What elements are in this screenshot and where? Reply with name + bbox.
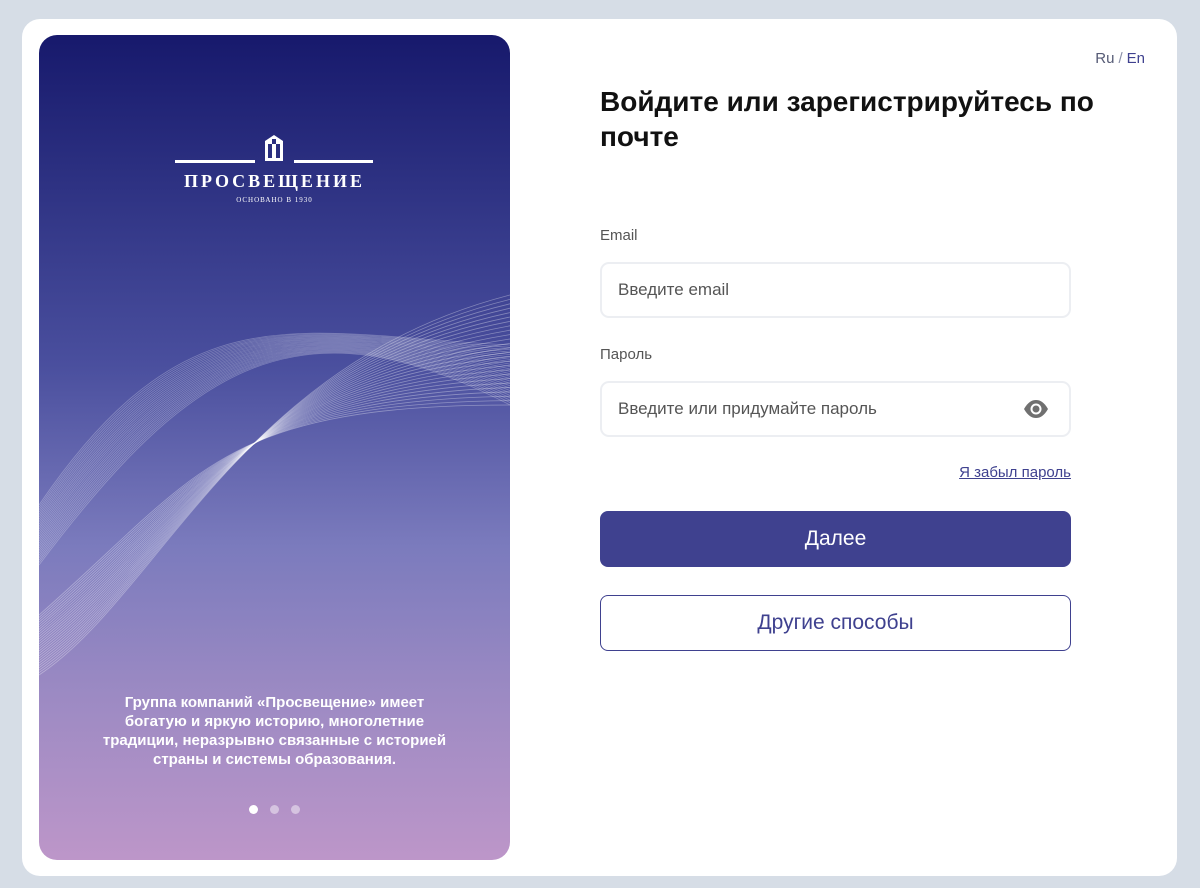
eye-icon[interactable] — [1023, 398, 1049, 420]
forgot-password-link[interactable]: Я забыл пароль — [959, 464, 1071, 481]
building-logo-icon — [265, 135, 283, 161]
brand-name: ПРОСВЕЩЕНИЕ — [184, 171, 365, 191]
brand-tagline: ОСНОВАНО В 1930 — [236, 196, 313, 204]
wave-line — [39, 369, 510, 635]
logo-line-left — [175, 160, 255, 163]
email-field-wrapper — [600, 262, 1071, 318]
password-label: Пароль — [600, 346, 653, 363]
page-title: Войдите или зарегистрируйтесь по почте — [600, 86, 1094, 152]
wave-line — [39, 325, 510, 659]
carousel-dot-2[interactable] — [270, 805, 279, 814]
login-card: ПРОСВЕЩЕНИЕ ОСНОВАНО В 1930 Группа компа… — [22, 19, 1177, 876]
brand-logo: ПРОСВЕЩЕНИЕ ОСНОВАНО В 1930 — [39, 133, 510, 223]
wave-line — [39, 378, 510, 630]
wave-line — [39, 316, 510, 664]
logo-line-right — [294, 160, 373, 163]
password-field-wrapper — [600, 381, 1071, 437]
carousel-dot-1[interactable] — [249, 805, 258, 814]
email-label: Email — [600, 227, 638, 244]
wave-line — [39, 347, 510, 549]
carousel-dot-3[interactable] — [291, 805, 300, 814]
wave-line — [39, 349, 510, 556]
wave-line — [39, 351, 510, 563]
promo-description: Группа компаний «Просвещение» имеет бога… — [102, 694, 447, 768]
email-input[interactable] — [618, 264, 1008, 316]
promo-panel: ПРОСВЕЩЕНИЕ ОСНОВАНО В 1930 Группа компа… — [39, 35, 510, 860]
wave-line — [39, 338, 510, 652]
language-separator: / — [1118, 50, 1123, 67]
language-en[interactable]: En — [1127, 50, 1145, 67]
next-button[interactable]: Далее — [600, 511, 1071, 567]
password-input[interactable] — [618, 383, 1008, 435]
other-methods-button[interactable]: Другие способы — [600, 595, 1071, 651]
language-switcher: Ru / En — [1095, 50, 1145, 67]
carousel-dots — [39, 801, 510, 819]
wave-line — [39, 307, 510, 669]
language-ru[interactable]: Ru — [1095, 50, 1114, 67]
